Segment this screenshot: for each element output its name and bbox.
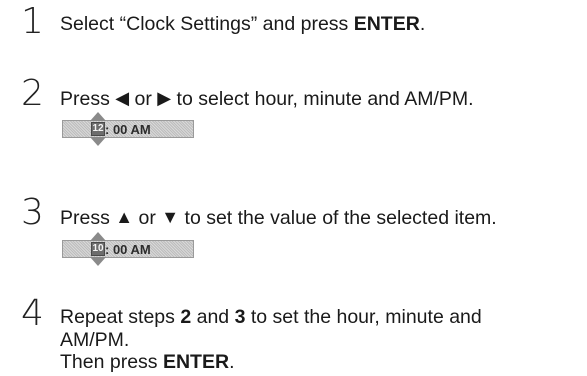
up-triangle-icon	[90, 232, 106, 241]
step-1-text-a: Select “Clock Settings” and press	[60, 13, 354, 35]
clock-display-value-changed: 10 : 00 AM	[62, 232, 194, 266]
step-4-text-e: .	[229, 351, 235, 373]
clock-time-rest: : 00 AM	[105, 242, 151, 257]
step-number-3: 3	[21, 192, 44, 233]
down-arrow-icon: ▼	[161, 207, 180, 227]
step-4-line-2: AM/PM.	[60, 329, 130, 351]
selected-hour-value: 12	[91, 122, 105, 136]
step-3-text-b: or	[133, 207, 162, 229]
selected-hour-value: 10	[91, 242, 105, 256]
step-1-text: Select “Clock Settings” and press ENTER.	[60, 12, 425, 36]
step-3-text-a: Press	[60, 207, 116, 229]
step-number-2: 2	[21, 73, 44, 114]
step-4-text-b: and	[191, 306, 235, 328]
right-arrow-icon: ▶	[157, 88, 172, 108]
step-3-text-c: to set the value of the selected item.	[179, 207, 497, 229]
step-4-text-a: Repeat steps	[60, 306, 181, 328]
enter-key-label: ENTER	[353, 13, 420, 35]
step-2-text-c: to select hour, minute and AM/PM.	[171, 88, 474, 110]
left-arrow-icon: ◀	[115, 88, 130, 108]
enter-key-label: ENTER	[162, 351, 230, 373]
up-triangle-icon	[90, 112, 106, 121]
step-number-1: 1	[21, 1, 44, 42]
step-ref-2: 2	[180, 306, 192, 328]
step-3-text: Press ▲ or ▼ to set the value of the sel…	[60, 205, 497, 230]
clock-time-rest: : 00 AM	[105, 122, 151, 137]
clock-display-hour-selected: 12 : 00 AM	[62, 112, 194, 146]
step-4-line-3: Then press ENTER.	[60, 350, 234, 374]
down-triangle-icon	[90, 257, 106, 266]
step-2-text-a: Press	[60, 88, 116, 110]
step-number-4: 4	[21, 293, 44, 334]
step-2-text: Press ◀ or ▶ to select hour, minute and …	[60, 86, 474, 111]
step-4-text-c: to set the hour, minute and	[245, 306, 482, 328]
up-arrow-icon: ▲	[115, 207, 134, 227]
step-4-line-1: Repeat steps 2 and 3 to set the hour, mi…	[60, 305, 482, 329]
step-4-text-d: Then press	[60, 351, 163, 373]
step-2-text-b: or	[129, 88, 158, 110]
step-1-text-b: .	[419, 13, 426, 35]
step-ref-3: 3	[234, 306, 246, 328]
down-triangle-icon	[90, 137, 106, 146]
